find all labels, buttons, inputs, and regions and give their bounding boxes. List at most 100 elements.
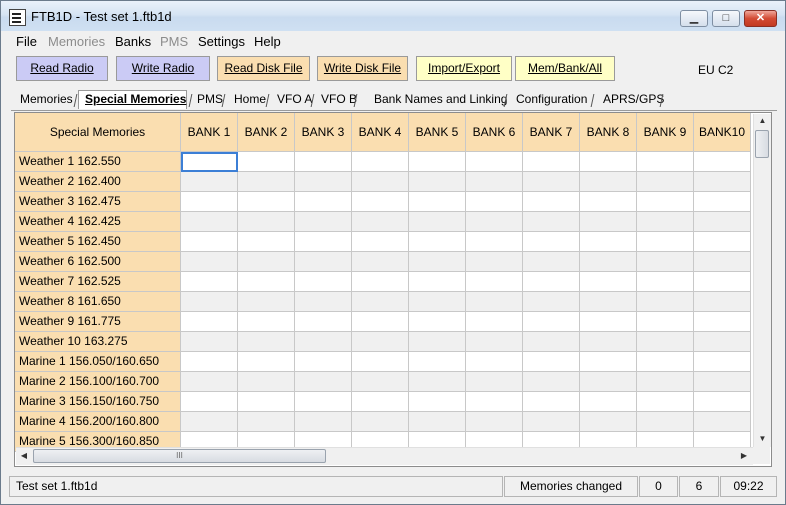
grid-cell[interactable]	[238, 212, 295, 232]
grid-cell[interactable]	[523, 192, 580, 212]
grid-cell[interactable]	[181, 332, 238, 352]
column-header-bank[interactable]: BANK 1	[181, 113, 238, 152]
grid-cell[interactable]	[466, 292, 523, 312]
grid-cell[interactable]	[637, 332, 694, 352]
grid-cell[interactable]	[637, 192, 694, 212]
grid-cell[interactable]	[637, 312, 694, 332]
grid-cell[interactable]	[352, 252, 409, 272]
column-header-bank[interactable]: BANK 4	[352, 113, 409, 152]
grid-cell[interactable]	[523, 212, 580, 232]
grid-cell[interactable]	[181, 272, 238, 292]
grid-cell[interactable]	[238, 372, 295, 392]
maximize-button[interactable]: □	[712, 10, 740, 27]
special-memories-grid[interactable]: Special Memories BANK 1 BANK 2 BANK 3 BANK 4…	[14, 112, 772, 467]
grid-cell[interactable]	[580, 252, 637, 272]
mem-bank-all-button[interactable]: Mem/Bank/All	[515, 56, 615, 81]
grid-cell[interactable]	[181, 152, 238, 172]
grid-cell[interactable]	[238, 272, 295, 292]
grid-cell[interactable]	[523, 332, 580, 352]
grid-cell[interactable]	[295, 392, 352, 412]
grid-cell[interactable]	[694, 312, 751, 332]
grid-cell[interactable]	[409, 292, 466, 312]
grid-cell[interactable]	[694, 212, 751, 232]
grid-cell[interactable]	[238, 152, 295, 172]
grid-cell[interactable]	[580, 172, 637, 192]
grid-cell[interactable]	[694, 352, 751, 372]
grid-cell[interactable]	[238, 352, 295, 372]
tab-vfo-a[interactable]: VFO A	[277, 92, 312, 108]
grid-cell[interactable]	[238, 192, 295, 212]
write-radio-button[interactable]: Write Radio	[116, 56, 210, 81]
grid-cell[interactable]	[637, 272, 694, 292]
grid-cell[interactable]	[238, 412, 295, 432]
grid-cell[interactable]	[466, 312, 523, 332]
grid-cell[interactable]	[466, 232, 523, 252]
grid-cell[interactable]	[580, 152, 637, 172]
grid-cell[interactable]	[637, 152, 694, 172]
grid-cell[interactable]	[694, 172, 751, 192]
import-export-button[interactable]: Import/Export	[416, 56, 512, 81]
grid-cell[interactable]	[694, 392, 751, 412]
grid-cell[interactable]	[352, 352, 409, 372]
grid-cell[interactable]	[181, 232, 238, 252]
grid-cell[interactable]	[409, 272, 466, 292]
vertical-scroll-thumb[interactable]	[755, 130, 769, 158]
grid-cell[interactable]	[409, 192, 466, 212]
grid-cell[interactable]	[580, 372, 637, 392]
grid-cell[interactable]	[409, 152, 466, 172]
grid-cell[interactable]	[409, 412, 466, 432]
grid-cell[interactable]	[523, 292, 580, 312]
grid-cell[interactable]	[580, 392, 637, 412]
column-header-bank[interactable]: BANK 8	[580, 113, 637, 152]
grid-cell[interactable]	[637, 172, 694, 192]
scroll-down-icon[interactable]: ▼	[754, 434, 771, 443]
grid-cell[interactable]	[580, 272, 637, 292]
menu-memories[interactable]: Memories	[48, 34, 105, 49]
grid-cell[interactable]	[637, 372, 694, 392]
grid-cell[interactable]	[637, 292, 694, 312]
column-header-bank[interactable]: BANK 9	[637, 113, 694, 152]
grid-cell[interactable]	[466, 172, 523, 192]
grid-cell[interactable]	[352, 312, 409, 332]
tab-pms[interactable]: PMS	[197, 92, 223, 108]
grid-cell[interactable]	[295, 252, 352, 272]
grid-cell[interactable]	[580, 412, 637, 432]
grid-cell[interactable]	[694, 232, 751, 252]
grid-cell[interactable]	[637, 252, 694, 272]
grid-cell[interactable]	[295, 172, 352, 192]
grid-cell[interactable]	[295, 372, 352, 392]
tab-configuration[interactable]: Configuration	[516, 92, 587, 108]
grid-cell[interactable]	[580, 332, 637, 352]
menu-banks[interactable]: Banks	[115, 34, 151, 49]
grid-cell[interactable]	[637, 212, 694, 232]
grid-cell[interactable]	[523, 252, 580, 272]
grid-cell[interactable]	[637, 352, 694, 372]
grid-cell[interactable]	[181, 412, 238, 432]
grid-cell[interactable]	[409, 312, 466, 332]
grid-cell[interactable]	[238, 232, 295, 252]
grid-cell[interactable]	[295, 152, 352, 172]
grid-cell[interactable]	[181, 292, 238, 312]
grid-cell[interactable]	[238, 332, 295, 352]
column-header-bank[interactable]: BANK 5	[409, 113, 466, 152]
grid-cell[interactable]	[409, 212, 466, 232]
title-bar[interactable]: FTB1D - Test set 1.ftb1d ▁ □ ✕	[1, 1, 785, 31]
column-header-bank[interactable]: BANK 3	[295, 113, 352, 152]
grid-cell[interactable]	[580, 212, 637, 232]
grid-cell[interactable]	[295, 212, 352, 232]
tab-special-memories[interactable]: Special Memories	[78, 90, 187, 109]
grid-cell[interactable]	[238, 252, 295, 272]
horizontal-scrollbar[interactable]: ◀ III ▶	[16, 447, 753, 465]
grid-cell[interactable]	[409, 392, 466, 412]
close-button[interactable]: ✕	[744, 10, 777, 27]
menu-pms[interactable]: PMS	[160, 34, 188, 49]
grid-cell[interactable]	[694, 372, 751, 392]
grid-cell[interactable]	[694, 152, 751, 172]
column-header-bank[interactable]: BANK 6	[466, 113, 523, 152]
grid-cell[interactable]	[409, 252, 466, 272]
grid-cell[interactable]	[295, 332, 352, 352]
grid-cell[interactable]	[466, 392, 523, 412]
grid-cell[interactable]	[580, 352, 637, 372]
grid-cell[interactable]	[466, 372, 523, 392]
grid-cell[interactable]	[637, 232, 694, 252]
